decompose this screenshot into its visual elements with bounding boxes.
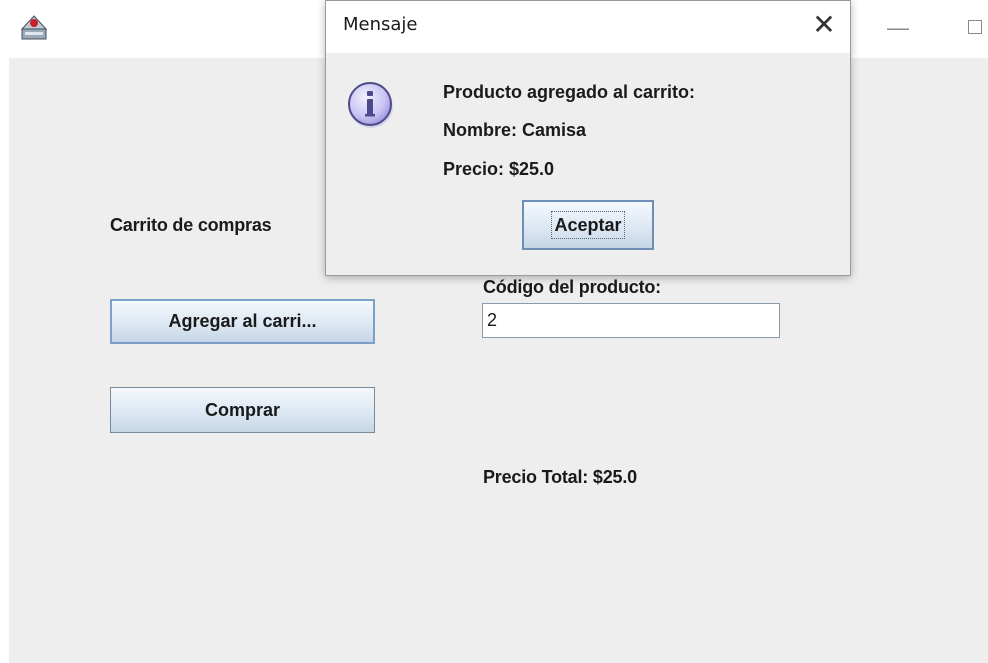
ok-button[interactable]: Aceptar (522, 200, 654, 250)
cart-label: Carrito de compras (110, 215, 272, 235)
product-code-input[interactable] (482, 303, 780, 338)
dialog-message-line: Precio: $25.0 (443, 159, 555, 179)
dialog-message-line: Producto agregado al carrito: (443, 82, 696, 102)
product-code-label: Código del producto: (483, 277, 661, 297)
close-icon[interactable]: ✕ (802, 3, 846, 47)
dialog-message-line: Nombre: Camisa (443, 120, 587, 140)
buy-button[interactable]: Comprar (110, 387, 375, 433)
maximize-icon[interactable] (968, 20, 982, 34)
total-price-label: Precio Total: $25.0 (483, 467, 637, 487)
java-app-icon (19, 13, 49, 43)
info-icon (346, 80, 396, 130)
dialog-titlebar: Mensaje ✕ (326, 1, 850, 53)
minimize-button[interactable]: — (878, 8, 918, 48)
dialog-title: Mensaje (343, 14, 418, 35)
add-to-cart-button[interactable]: Agregar al carri... (110, 299, 375, 344)
message-dialog: Mensaje ✕ Producto agregado al carrito: … (325, 0, 851, 276)
ok-button-label: Aceptar (551, 211, 625, 239)
